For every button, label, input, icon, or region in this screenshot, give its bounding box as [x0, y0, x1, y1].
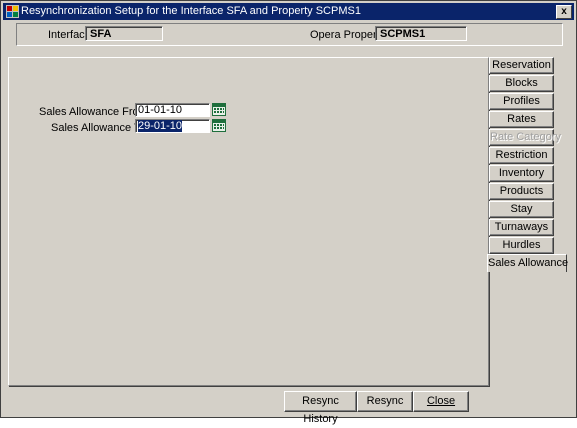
tab-inventory[interactable]: Inventory [489, 165, 554, 182]
from-date-input[interactable]: 01-01-10 [135, 103, 210, 117]
calendar-icon[interactable] [212, 103, 226, 116]
title-bar: Resynchronization Setup for the Interfac… [3, 3, 574, 20]
property-field: SCPMS1 [375, 26, 467, 41]
interface-header: Interface SFA Opera Property SCPMS1 [16, 23, 563, 46]
window-title: Resynchronization Setup for the Interfac… [21, 5, 361, 17]
close-window-button[interactable]: x [556, 5, 572, 19]
tab-profiles[interactable]: Profiles [489, 93, 554, 110]
tab-hurdles[interactable]: Hurdles [489, 237, 554, 254]
tab-reservation[interactable]: Reservation [489, 57, 554, 74]
tab-sales-allowance[interactable]: Sales Allowance [487, 254, 568, 272]
property-label: Opera Property [310, 29, 386, 41]
to-date-value: 29-01-10 [138, 120, 183, 132]
sales-allowance-panel: Sales Allowance From 01-01-10 Sales Allo… [8, 57, 489, 386]
resync-button[interactable]: Resync [357, 391, 413, 412]
from-label: Sales Allowance From [39, 106, 148, 118]
to-date-input[interactable]: 29-01-10 [135, 119, 210, 133]
calendar-icon[interactable] [212, 119, 226, 132]
tab-turnaways[interactable]: Turnaways [489, 219, 554, 236]
tab-rates[interactable]: Rates [489, 111, 554, 128]
resync-history-button[interactable]: Resync History [284, 391, 357, 425]
tab-products[interactable]: Products [489, 183, 554, 200]
tab-stay[interactable]: Stay [489, 201, 554, 218]
tab-rate-category: Rate Category [489, 129, 561, 146]
app-icon [6, 5, 19, 18]
tab-blocks[interactable]: Blocks [489, 75, 554, 92]
resync-setup-window: Resynchronization Setup for the Interfac… [0, 0, 577, 425]
to-label: Sales Allowance To [51, 122, 146, 134]
interface-field: SFA [85, 26, 163, 41]
close-button[interactable]: Close [413, 391, 469, 412]
tab-restriction[interactable]: Restriction [489, 147, 554, 164]
